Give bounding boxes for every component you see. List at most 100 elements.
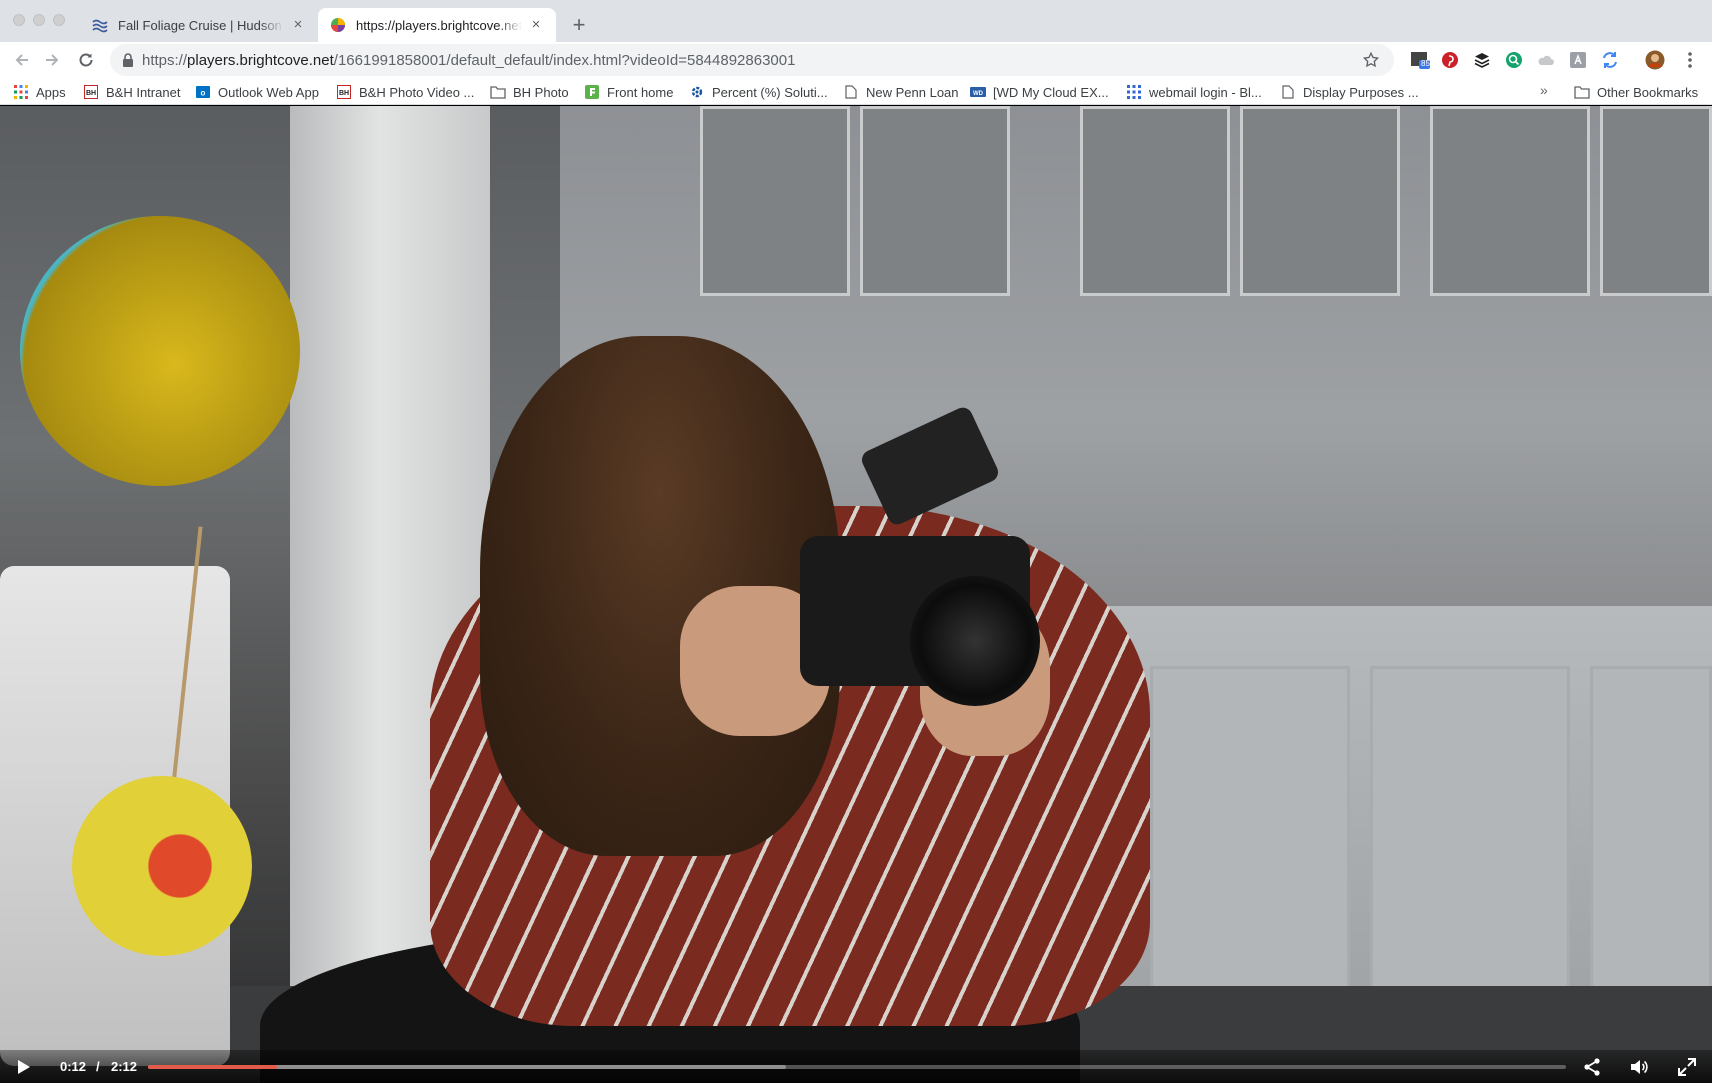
arrow-left-icon [15,54,28,66]
bookmark-label: webmail login - Bl... [1149,84,1262,100]
bookmark-bh-photo-video[interactable]: BH B&H Photo Video ... [336,82,474,102]
sync-icon[interactable] [1600,50,1620,70]
window-close-button[interactable] [13,14,25,26]
bookmarks-bar: Apps BH B&H Intranet o Outlook Web App B… [0,78,1712,105]
url-text: https://players.brightcove.net/166199185… [142,52,795,69]
bookmark-label: Display Purposes ... [1303,84,1419,100]
folder-icon [490,84,506,100]
bookmark-other-bookmarks[interactable]: Other Bookmarks [1574,82,1698,102]
extension-badge: 85 [1421,59,1430,68]
bookmark-label: Apps [36,84,66,100]
bookmark-label: New Penn Loan [866,84,959,100]
translate-icon[interactable] [1568,50,1588,70]
time-separator: / [96,1059,100,1074]
bookmark-label: Other Bookmarks [1597,84,1699,100]
tab-fall-foliage-cruise[interactable]: Fall Foliage Cruise | Hudson River × [80,8,318,42]
bookmark-label: Outlook Web App [218,84,319,100]
bookmark-outlook-web-app[interactable]: o Outlook Web App [195,82,319,102]
bookmark-bh-intranet[interactable]: BH B&H Intranet [83,82,180,102]
bh-icon: BH [336,84,352,100]
address-bar[interactable]: https://players.brightcove.net/166199185… [110,44,1394,76]
fullscreen-icon[interactable] [1677,1057,1697,1077]
bookmark-apps[interactable]: Apps [13,82,66,102]
svg-text:WD: WD [973,91,984,97]
volume-icon[interactable] [1629,1057,1649,1077]
reload-icon [79,53,93,67]
url-host: players.brightcove.net [187,52,334,69]
svg-text:BH: BH [86,90,96,97]
bookmark-bh-photo[interactable]: BH Photo [490,82,569,102]
video-scene-jar [20,216,300,486]
arrow-right-icon [46,54,59,66]
gear-puzzle-icon [689,84,705,100]
bookmark-display-purposes[interactable]: Display Purposes ... [1280,82,1419,102]
browser-toolbar: https://players.brightcove.net/166199185… [0,42,1712,78]
close-icon[interactable]: × [290,17,306,33]
cloud-icon[interactable] [1536,50,1556,70]
video-scene-cabinet [700,106,850,296]
bookmark-webmail-login[interactable]: webmail login - Bl... [1126,82,1262,102]
window-zoom-button[interactable] [53,14,65,26]
brightcove-icon [331,18,345,32]
video-scene-ball [72,776,252,956]
bookmark-wd-my-cloud[interactable]: WD [WD My Cloud EX... [970,82,1109,102]
tab-brightcove-player[interactable]: https://players.brightcove.net/166199185… [318,8,556,42]
video-player[interactable] [0,106,1712,1083]
tab-title: Fall Foliage Cruise | Hudson River [118,17,284,33]
new-tab-button[interactable]: + [566,13,592,39]
calendar-extension-icon[interactable]: 85 [1410,50,1430,70]
close-icon[interactable]: × [528,17,544,33]
buffer-icon[interactable] [1472,50,1492,70]
video-scene-cabinet [1240,106,1400,296]
video-scene-cabinet-door [1150,666,1350,996]
svg-text:o: o [201,89,206,98]
window-minimize-button[interactable] [33,14,45,26]
wave-icon [92,19,108,33]
folder-icon [1574,84,1590,100]
forward-button[interactable] [40,48,64,72]
wd-icon: WD [970,84,986,100]
video-scene-cabinet [1600,106,1712,296]
page-icon [843,84,859,100]
apps-grid-icon [13,84,29,100]
svg-text:BH: BH [339,90,349,97]
bookmark-percent-solutions[interactable]: Percent (%) Soluti... [689,82,828,102]
pinterest-icon[interactable] [1440,50,1460,70]
page-icon [1280,84,1296,100]
bookmarks-overflow-button[interactable]: » [1540,82,1548,98]
grammarly-icon[interactable] [1504,50,1524,70]
bookmark-front-home[interactable]: Front home [584,82,673,102]
tab-strip: Fall Foliage Cruise | Hudson River × htt… [0,0,1712,42]
bookmark-label: [WD My Cloud EX... [993,84,1109,100]
front-icon [584,84,600,100]
bookmark-label: B&H Intranet [106,84,181,100]
video-scene-lens [910,576,1040,706]
star-icon[interactable] [1362,51,1380,69]
played-bar [148,1065,278,1069]
lock-icon [123,53,133,67]
video-scene-cabinet [1080,106,1230,296]
back-button[interactable] [10,48,34,72]
current-time: 0:12 [60,1059,87,1074]
bookmark-new-penn-loan[interactable]: New Penn Loan [843,82,959,102]
duration: 2:12 [111,1059,138,1074]
bookmark-label: Front home [607,84,674,100]
bookmark-label: BH Photo [513,84,569,100]
bookmark-label: Percent (%) Soluti... [712,84,828,100]
bookmark-label: B&H Photo Video ... [359,84,475,100]
url-path: /1661991858001/default_default/index.htm… [333,52,796,69]
progress-bar[interactable] [148,1065,1566,1069]
video-scene-cabinet-door [1590,666,1712,996]
video-scene-cabinet [860,106,1010,296]
kebab-menu-icon [1688,52,1692,68]
apps-grid-icon [1126,84,1142,100]
reload-button[interactable] [74,48,98,72]
player-control-bar: 0:12 / 2:12 [0,1050,1712,1083]
share-icon[interactable] [1582,1057,1602,1077]
play-button[interactable] [14,1058,32,1076]
menu-button[interactable] [1680,50,1700,70]
bh-icon: BH [83,84,99,100]
url-scheme: https:// [142,52,188,69]
video-scene-cabinet-door [1370,666,1570,996]
avatar[interactable] [1645,50,1665,70]
